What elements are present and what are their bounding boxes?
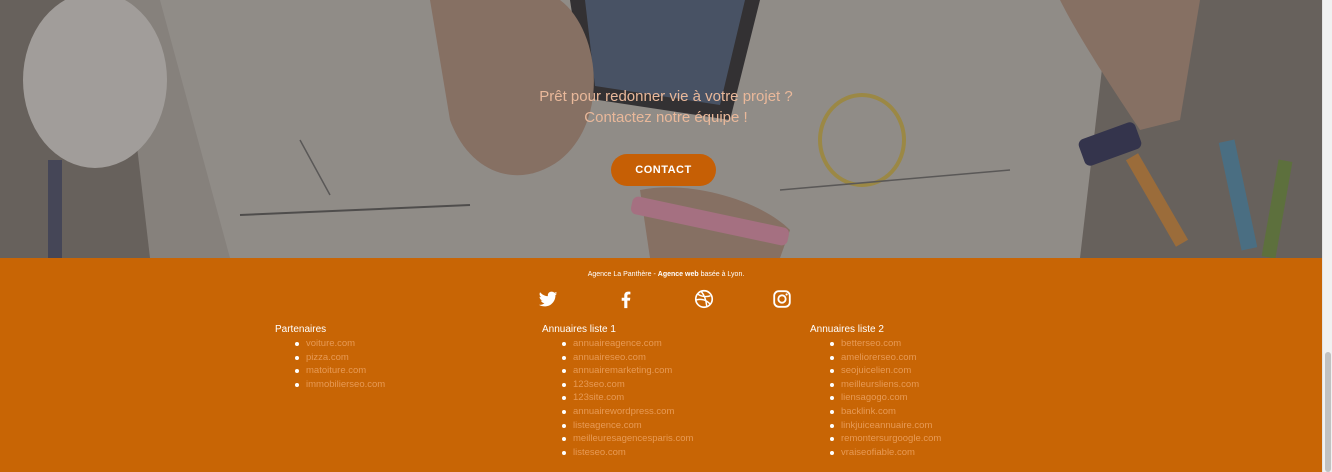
column-list: voiture.com pizza.com matoiture.com immo…: [295, 337, 385, 391]
list-item[interactable]: immobilierseo.com: [295, 378, 385, 392]
column-list: annuaireagence.com annuaireseo.com annua…: [562, 337, 693, 459]
list-item[interactable]: backlink.com: [830, 405, 941, 419]
dribbble-icon[interactable]: [693, 288, 715, 310]
agency-strong: Agence web: [657, 271, 699, 278]
column-title: Partenaires: [275, 324, 327, 335]
hero-tagline: Prêt pour redonner vie à votre projet ? …: [0, 86, 1322, 128]
list-item[interactable]: vraiseofiable.com: [830, 446, 941, 460]
footer-column-annuaires-2: Annuaires liste 2 betterseo.com ameliore…: [810, 324, 941, 459]
list-item[interactable]: matoiture.com: [295, 364, 385, 378]
list-item[interactable]: listeagence.com: [562, 419, 693, 433]
tagline-line-1: Prêt pour redonner vie à votre projet ?: [539, 88, 793, 105]
list-item[interactable]: listeseo.com: [562, 446, 693, 460]
list-item[interactable]: betterseo.com: [830, 337, 941, 351]
list-item[interactable]: voiture.com: [295, 337, 385, 351]
list-item[interactable]: meilleuresagencesparis.com: [562, 432, 693, 446]
tagline-line-2: Contactez notre équipe !: [584, 109, 748, 126]
list-item[interactable]: pizza.com: [295, 351, 385, 365]
list-item[interactable]: remontersurgoogle.com: [830, 432, 941, 446]
list-item[interactable]: 123seo.com: [562, 378, 693, 392]
contact-button[interactable]: CONTACT: [611, 154, 716, 186]
footer-column-partenaires: Partenaires voiture.com pizza.com matoit…: [275, 324, 385, 391]
footer-column-annuaires-1: Annuaires liste 1 annuaireagence.com ann…: [542, 324, 693, 459]
agency-rest: basée à Lyon.: [698, 271, 745, 278]
column-list: betterseo.com ameliorerseo.com seojuicel…: [830, 337, 941, 459]
list-item[interactable]: linkjuiceannuaire.com: [830, 419, 941, 433]
hero-overlay: [0, 0, 1322, 258]
scrollbar-thumb[interactable]: [1325, 352, 1331, 472]
list-item[interactable]: 123site.com: [562, 391, 693, 405]
social-links: [0, 288, 1332, 310]
list-item[interactable]: annuairemarketing.com: [562, 364, 693, 378]
site-footer: Agence La Panthère - Agence web basée à …: [0, 258, 1322, 472]
instagram-icon[interactable]: [771, 288, 793, 310]
column-title: Annuaires liste 1: [542, 324, 616, 335]
list-item[interactable]: seojuicelien.com: [830, 364, 941, 378]
agency-name: Agence La Panthère: [587, 271, 652, 278]
list-item[interactable]: ameliorerseo.com: [830, 351, 941, 365]
agency-line: Agence La Panthère - Agence web basée à …: [0, 271, 1332, 278]
list-item[interactable]: annuaireagence.com: [562, 337, 693, 351]
twitter-icon[interactable]: [537, 288, 559, 310]
hero-banner: Prêt pour redonner vie à votre projet ? …: [0, 0, 1322, 258]
column-title: Annuaires liste 2: [810, 324, 884, 335]
list-item[interactable]: liensagogo.com: [830, 391, 941, 405]
page-scrollbar[interactable]: [1322, 0, 1332, 472]
list-item[interactable]: annuaireseo.com: [562, 351, 693, 365]
facebook-icon[interactable]: [615, 288, 637, 310]
list-item[interactable]: annuairewordpress.com: [562, 405, 693, 419]
list-item[interactable]: meilleursliens.com: [830, 378, 941, 392]
